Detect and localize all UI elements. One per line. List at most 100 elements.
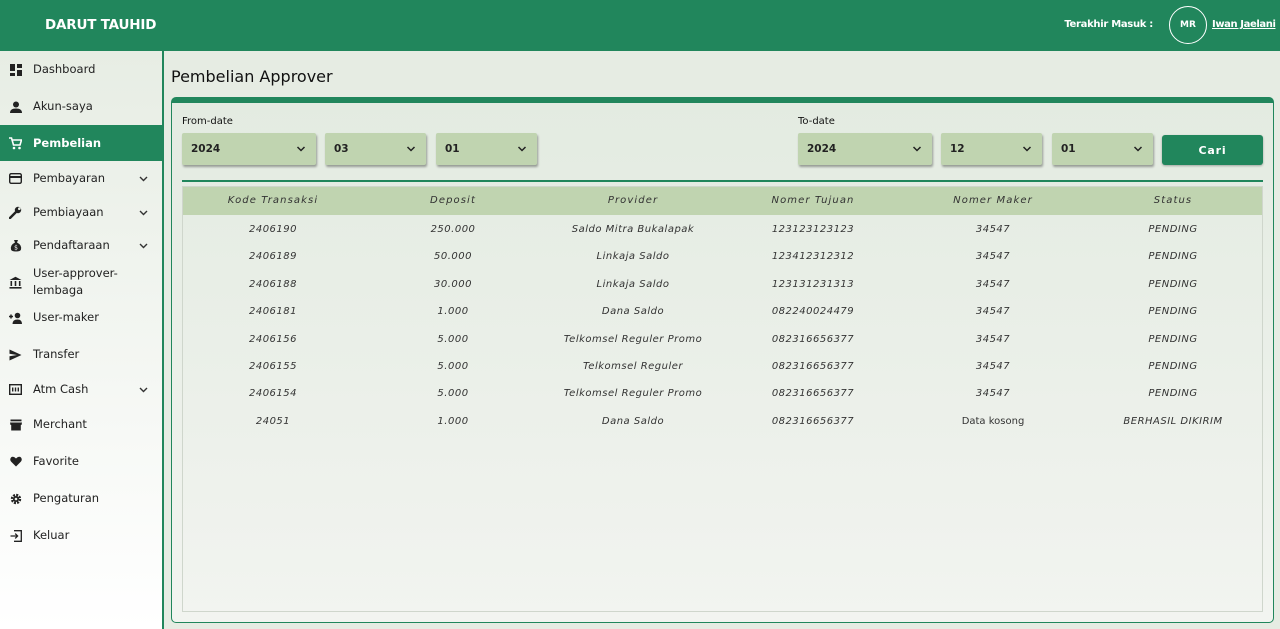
cell-provider: Saldo Mitra Bukalapak [571, 224, 695, 235]
cell-kode-transaksi: 2406156 [248, 334, 298, 345]
cell-status: PENDING [1148, 306, 1198, 317]
sidebar-item-user-approver-lembaga[interactable]: User-approver-lembaga [0, 264, 162, 300]
chevron-down-icon [296, 146, 306, 152]
chevron-down-icon [912, 146, 922, 152]
to-month-select[interactable]: 12 [941, 133, 1042, 165]
sidebar: Dashboard Akun-saya Pembelian Pembayaran… [0, 51, 164, 629]
person-add-icon [9, 311, 22, 324]
chevron-down-icon [139, 210, 148, 216]
cell-nomer-maker: 34547 [975, 388, 1011, 399]
sidebar-item-label: Dashboard [33, 62, 96, 76]
to-day-select[interactable]: 01 [1052, 133, 1153, 165]
chevron-down-icon [1133, 146, 1143, 152]
sidebar-item-user-maker[interactable]: User-maker [0, 309, 162, 326]
transactions-table: Kode Transaksi Deposit Provider Nomer Tu… [182, 186, 1263, 612]
username-link[interactable]: Iwan Jaelani [1212, 19, 1276, 30]
to-year-select[interactable]: 2024 [798, 133, 932, 165]
cell-status: PENDING [1148, 251, 1198, 262]
cell-provider: Linkaja Saldo [596, 279, 670, 290]
gear-icon [9, 492, 22, 505]
from-month-select[interactable]: 03 [325, 133, 426, 165]
sidebar-item-label: Pengaturan [33, 491, 100, 505]
column-header-provider: Provider [607, 195, 659, 206]
sidebar-item-merchant[interactable]: Merchant [0, 416, 162, 433]
cell-nomer-maker: 34547 [975, 361, 1011, 372]
cell-provider: Dana Saldo [601, 306, 665, 317]
person-icon [9, 100, 22, 113]
chevron-down-icon [139, 243, 148, 249]
cell-nomer-tujuan: 082316656377 [771, 416, 855, 427]
sidebar-item-pembiayaan[interactable]: Pembiayaan [0, 204, 162, 221]
from-day-select[interactable]: 01 [436, 133, 537, 165]
chevron-down-icon [406, 146, 416, 152]
sidebar-item-atm-cash[interactable]: Atm Cash [0, 381, 162, 398]
cart-icon [9, 136, 22, 150]
cell-nomer-maker: Data kosong [961, 416, 1025, 427]
from-day-value: 01 [445, 143, 460, 155]
chevron-down-icon [139, 387, 148, 393]
sidebar-item-keluar[interactable]: Keluar [0, 527, 162, 544]
sidebar-item-favorite[interactable]: Favorite [0, 453, 162, 470]
cell-nomer-tujuan: 082240024479 [771, 306, 855, 317]
chevron-down-icon [1022, 146, 1032, 152]
cell-deposit: 250.000 [430, 224, 476, 235]
cell-nomer-tujuan: 123123123123 [771, 224, 855, 235]
avatar[interactable]: MR [1169, 6, 1207, 44]
last-login-label: Terakhir Masuk : [1064, 19, 1153, 30]
column-header-status: Status [1153, 195, 1193, 206]
sidebar-item-label: Keluar [33, 528, 70, 542]
cell-deposit: 1.000 [437, 416, 469, 427]
sidebar-item-pengaturan[interactable]: Pengaturan [0, 490, 162, 507]
sidebar-item-pembayaran[interactable]: Pembayaran [0, 170, 162, 187]
cell-nomer-tujuan: 082316656377 [771, 361, 855, 372]
cell-nomer-maker: 34547 [975, 334, 1011, 345]
sidebar-item-transfer[interactable]: Transfer [0, 346, 162, 363]
chevron-down-icon [517, 146, 527, 152]
column-header-kode-transaksi: Kode Transaksi [227, 195, 319, 206]
cell-nomer-maker: 34547 [975, 279, 1011, 290]
to-year-value: 2024 [807, 143, 837, 155]
cell-nomer-tujuan: 123412312312 [771, 251, 855, 262]
sidebar-item-label: Pendaftaraan [33, 238, 110, 252]
cell-kode-transaksi: 2406190 [248, 224, 298, 235]
cell-provider: Telkomsel Reguler Promo [563, 334, 703, 345]
cell-kode-transaksi: 2406189 [248, 251, 298, 262]
page-title: Pembelian Approver [171, 67, 333, 86]
cell-status: BERHASIL DIKIRIM [1123, 416, 1223, 427]
cell-status: PENDING [1148, 224, 1198, 235]
from-year-select[interactable]: 2024 [182, 133, 316, 165]
cell-status: PENDING [1148, 334, 1198, 345]
sidebar-item-akun-saya[interactable]: Akun-saya [0, 98, 162, 115]
cell-deposit: 1.000 [437, 306, 469, 317]
sidebar-item-pembelian[interactable]: Pembelian [0, 125, 162, 161]
from-year-value: 2024 [191, 143, 221, 155]
sidebar-item-label: Transfer [33, 347, 80, 361]
cell-kode-transaksi: 2406155 [248, 361, 298, 372]
store-icon [9, 418, 22, 431]
cell-kode-transaksi: 24051 [255, 416, 291, 427]
cell-status: PENDING [1148, 361, 1198, 372]
sidebar-item-label: User-maker [33, 310, 99, 324]
cell-provider: Telkomsel Reguler Promo [563, 388, 703, 399]
sidebar-item-label: User-approver-lembaga [33, 266, 118, 297]
cell-nomer-tujuan: 082316656377 [771, 334, 855, 345]
wallet-icon [9, 172, 22, 185]
svg-text:$: $ [14, 245, 18, 252]
cell-nomer-tujuan: 123131231313 [771, 279, 855, 290]
sidebar-item-dashboard[interactable]: Dashboard [0, 61, 162, 78]
search-button[interactable]: Cari [1162, 135, 1263, 165]
cell-provider: Linkaja Saldo [596, 251, 670, 262]
atm-icon [9, 383, 22, 396]
to-day-value: 01 [1061, 143, 1076, 155]
from-month-value: 03 [334, 143, 349, 155]
cell-status: PENDING [1148, 279, 1198, 290]
cell-deposit: 30.000 [434, 279, 472, 290]
column-header-nomer-tujuan: Nomer Tujuan [771, 195, 855, 206]
cell-nomer-maker: 34547 [975, 306, 1011, 317]
cell-deposit: 5.000 [437, 334, 469, 345]
sidebar-item-pendaftaraan[interactable]: $ Pendaftaraan [0, 237, 162, 254]
to-month-value: 12 [950, 143, 965, 155]
cell-status: PENDING [1148, 388, 1198, 399]
column-header-nomer-maker: Nomer Maker [953, 195, 1033, 206]
divider [182, 180, 1263, 182]
